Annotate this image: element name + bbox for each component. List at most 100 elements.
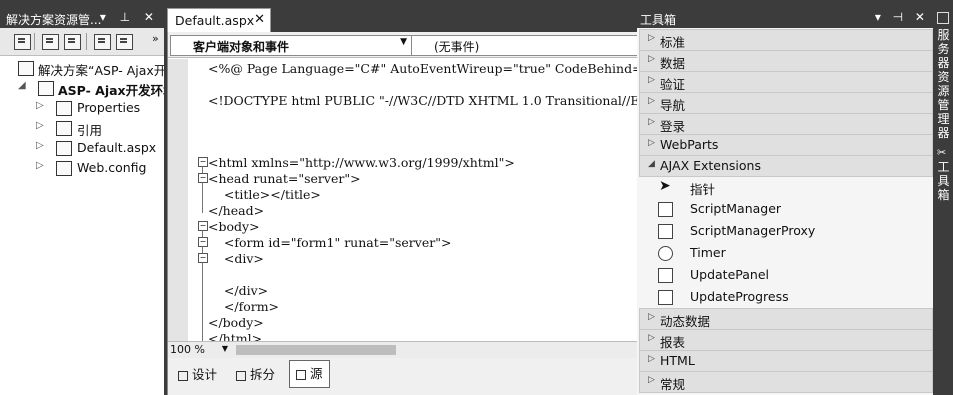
outline-line: [202, 231, 203, 341]
tree-item-references[interactable]: ▷ 引用: [0, 118, 164, 138]
code-line: </div>: [208, 283, 269, 298]
object-dropdown[interactable]: 客户端对象和事件 ▼: [170, 35, 412, 56]
code-line: <div>: [208, 251, 264, 266]
toolbox-category[interactable]: ▷ 动态数据: [639, 308, 933, 330]
tree-item-properties[interactable]: ▷ Properties: [0, 98, 164, 118]
zoom-value: 100 %: [170, 343, 205, 356]
scrollbar-thumb[interactable]: [236, 345, 396, 355]
toolbox-category[interactable]: ▷ 验证: [639, 71, 933, 93]
view-switcher-bar: 设计 拆分 源: [168, 358, 638, 395]
toolbar-overflow-icon[interactable]: »: [152, 32, 159, 45]
collapsed-arrow-icon[interactable]: ▷: [36, 100, 44, 111]
toolbox-category[interactable]: ▷ 数据: [639, 50, 933, 72]
panel-window-buttons[interactable]: ▾ ⊣ ✕: [875, 10, 929, 24]
code-line: <title></title>: [208, 187, 321, 202]
collapsed-arrow-icon: ▷: [648, 54, 655, 64]
toolbox-category[interactable]: ▷ 标准: [639, 29, 933, 51]
split-view-button[interactable]: 拆分: [236, 364, 275, 386]
config-file-icon: [56, 161, 72, 176]
toolbox-item-scriptmanager[interactable]: ScriptManager: [637, 198, 933, 220]
design-icon: [178, 370, 188, 381]
toolbox-item-label: UpdatePanel: [690, 267, 769, 282]
tree-item-web-config[interactable]: ▷ Web.config: [0, 158, 164, 178]
aspx-file-icon: [56, 141, 72, 156]
tree-item-label: Properties: [77, 100, 141, 115]
collapse-icon[interactable]: −: [198, 157, 208, 167]
event-dropdown-value: (无事件): [434, 40, 480, 54]
tree-item-default-aspx[interactable]: ▷ Default.aspx: [0, 138, 164, 158]
category-label: 动态数据: [660, 314, 711, 329]
code-line: <%@ Page Language="C#" AutoEventWireup="…: [208, 61, 638, 76]
collapse-icon[interactable]: −: [198, 221, 208, 231]
collapsed-arrow-icon: ▷: [648, 33, 655, 43]
toolbox-item-timer[interactable]: Timer: [637, 242, 933, 264]
code-area[interactable]: − − − − − <%@ Page Language="C#" AutoEve…: [188, 59, 638, 341]
collapse-icon[interactable]: −: [198, 237, 208, 247]
code-line: </html>: [208, 331, 263, 341]
zoom-dropdown[interactable]: 100 % ▼: [170, 343, 230, 357]
collapsed-arrow-icon: ▷: [648, 138, 655, 148]
solution-explorer-toolbar: »: [0, 28, 164, 56]
toolbox-item-scriptmanagerproxy[interactable]: ScriptManagerProxy: [637, 220, 933, 242]
event-dropdown[interactable]: (无事件): [411, 35, 639, 56]
collapsed-arrow-icon[interactable]: ▷: [36, 160, 44, 171]
code-line: </head>: [208, 203, 265, 218]
code-editor[interactable]: 客户端对象和事件 ▼ (无事件) − − − − − <%@ Page Lang…: [167, 32, 639, 395]
server-explorer-tab[interactable]: 服务器资源管理器: [936, 28, 951, 140]
tab-default-aspx[interactable]: Default.aspx ✕: [167, 8, 271, 32]
indicator-margin: [168, 59, 188, 341]
collapsed-arrow-icon: ▷: [648, 312, 655, 322]
collapsed-arrow-icon: ▷: [648, 375, 655, 385]
toolbox-category[interactable]: ▷ 报表: [639, 329, 933, 351]
tree-item-label: Web.config: [77, 160, 147, 175]
category-label: 报表: [660, 335, 686, 350]
toolbox-category[interactable]: ▷ 常规: [639, 371, 933, 393]
toolbox-category[interactable]: ▷ HTML: [639, 350, 933, 372]
source-view-button[interactable]: 源: [289, 360, 330, 388]
tree-item-label: Default.aspx: [77, 140, 157, 155]
tree-item-project[interactable]: ◢ ASP- Ajax开发环境: [0, 78, 164, 98]
updatepanel-icon: [658, 268, 673, 283]
collapsed-arrow-icon[interactable]: ▷: [36, 140, 44, 151]
toolbox-category[interactable]: ▷ WebParts: [639, 134, 933, 156]
chevron-down-icon: ▼: [400, 37, 407, 47]
tab-label: Default.aspx: [175, 13, 255, 28]
panel-window-buttons[interactable]: ▾ ⊥ ✕: [100, 10, 159, 24]
close-icon[interactable]: ✕: [254, 12, 265, 27]
horizontal-scrollbar[interactable]: 100 % ▼: [168, 341, 638, 358]
toolbox-category[interactable]: ▷ 登录: [639, 113, 933, 135]
show-all-files-icon[interactable]: [42, 34, 59, 50]
category-label: 登录: [660, 119, 686, 134]
design-view-button[interactable]: 设计: [178, 364, 217, 386]
category-label: 常规: [660, 377, 686, 392]
code-line: </form>: [208, 299, 280, 314]
solution-explorer-title: 解决方案资源管...: [6, 13, 102, 27]
toolbox-tab[interactable]: 工具箱: [936, 160, 951, 202]
collapsed-arrow-icon[interactable]: ▷: [36, 120, 44, 131]
source-view-label: 源: [310, 366, 323, 381]
expanded-arrow-icon[interactable]: ◢: [18, 80, 26, 91]
chevron-down-icon: ▼: [221, 344, 228, 353]
collapse-icon[interactable]: −: [198, 253, 208, 263]
tree-item-label: 引用: [77, 123, 103, 138]
toolbox-item-updateprogress[interactable]: UpdateProgress: [637, 286, 933, 308]
toolbox-item-pointer[interactable]: ➤ 指针: [637, 176, 933, 198]
toolbox-item-updatepanel[interactable]: UpdatePanel: [637, 264, 933, 286]
toolbox-category[interactable]: ▷ 导航: [639, 92, 933, 114]
scriptmanager-icon: [658, 202, 673, 217]
properties-folder-icon: [56, 101, 72, 116]
toolbox-category-expanded[interactable]: ◢ AJAX Extensions: [639, 155, 933, 177]
refresh-icon[interactable]: [64, 34, 81, 50]
solution-explorer-panel: 解决方案资源管... ▾ ⊥ ✕ » 解决方案“ASP- Ajax开发 ◢ AS…: [0, 8, 164, 395]
updateprogress-icon: [658, 290, 673, 305]
solution-icon: [18, 61, 34, 76]
split-view-label: 拆分: [250, 367, 276, 382]
toolbox-item-label: 指针: [690, 182, 716, 197]
properties-icon[interactable]: [14, 34, 31, 50]
view-code-icon[interactable]: [94, 34, 111, 50]
tree-item-solution[interactable]: 解决方案“ASP- Ajax开发: [0, 58, 164, 78]
view-designer-icon[interactable]: [116, 34, 133, 50]
references-folder-icon: [56, 121, 72, 136]
collapse-icon[interactable]: −: [198, 173, 208, 183]
timer-icon: [658, 246, 673, 261]
